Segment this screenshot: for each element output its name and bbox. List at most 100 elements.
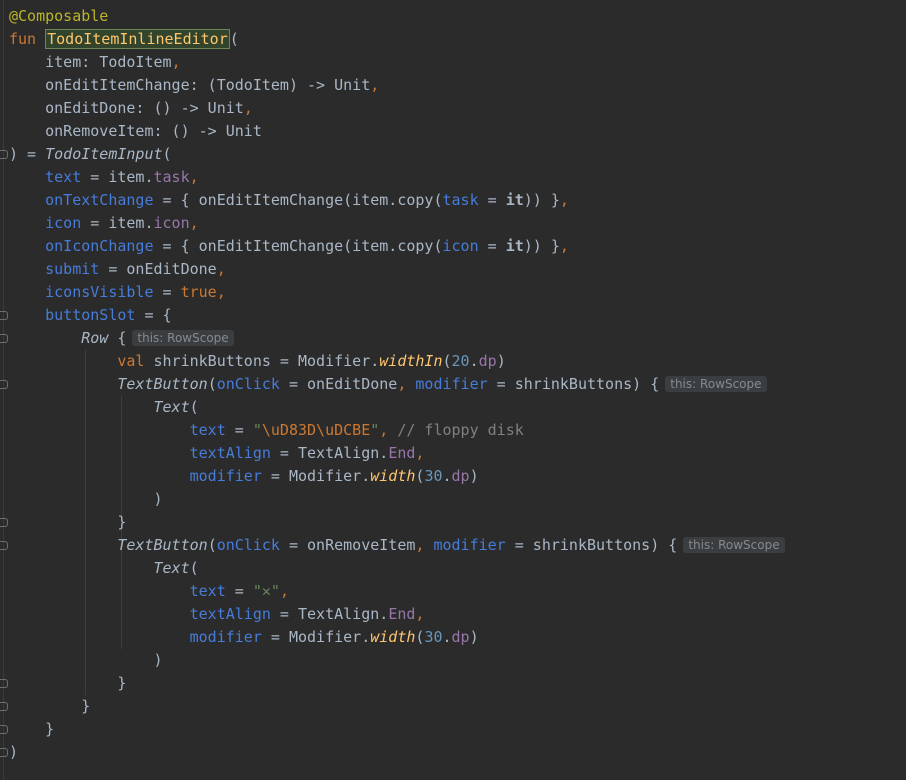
code-token: icon [442, 237, 479, 255]
code-token: } [9, 720, 55, 738]
code-token: widthIn [379, 352, 443, 370]
code-token: "✕" [252, 582, 280, 600]
code-token: , [397, 375, 416, 393]
code-token: , [171, 53, 181, 71]
code-token: task [442, 191, 479, 209]
fold-marker-icon[interactable] [0, 518, 8, 527]
fold-marker-icon[interactable] [0, 679, 8, 688]
code-token: , [415, 605, 425, 623]
code-line[interactable]: TextButton(onClick = onEditDone, modifie… [9, 373, 767, 396]
code-line[interactable]: onIconChange = { onEditItemChange(item.c… [9, 235, 569, 258]
code-token: onTextChange [9, 191, 154, 209]
fold-marker-icon[interactable] [0, 702, 8, 711]
code-line[interactable]: ) [9, 741, 18, 764]
code-line[interactable]: buttonSlot = { [9, 304, 171, 327]
code-line[interactable]: Row {this: RowScope [9, 327, 234, 350]
code-token: task [153, 168, 190, 186]
code-line[interactable]: item: TodoItem, [9, 51, 181, 74]
code-token: text [9, 168, 82, 186]
code-token: = [478, 237, 506, 255]
fold-marker-icon[interactable] [0, 334, 8, 343]
code-token: . [442, 467, 452, 485]
code-line[interactable]: text = item.task, [9, 166, 199, 189]
code-line[interactable]: } [9, 511, 126, 534]
code-line[interactable]: submit = onEditDone, [9, 258, 226, 281]
code-token: @Composable [9, 7, 109, 25]
code-line[interactable]: onTextChange = { onEditItemChange(item.c… [9, 189, 569, 212]
code-token: width [370, 467, 416, 485]
fold-marker-icon[interactable] [0, 541, 8, 550]
code-token: ) [9, 743, 19, 761]
code-line[interactable]: ) [9, 649, 162, 672]
code-token: { [108, 329, 127, 347]
code-line[interactable]: val shrinkButtons = Modifier.widthIn(20.… [9, 350, 505, 373]
fold-marker-icon[interactable] [0, 380, 8, 389]
code-token: TextButton [117, 375, 208, 393]
code-token: = [153, 283, 181, 301]
code-line[interactable]: ) [9, 488, 162, 511]
code-token: modifier [9, 628, 262, 646]
code-token: = onEditDone [279, 375, 398, 393]
code-token: } [9, 674, 127, 692]
code-line[interactable]: modifier = Modifier.width(30.dp) [9, 465, 479, 488]
code-token: ( [229, 30, 239, 48]
code-line[interactable]: TextButton(onClick = onRemoveItem, modif… [9, 534, 785, 557]
code-token: fun [9, 30, 46, 48]
inlay-hint: this: RowScope [665, 376, 767, 392]
code-editor[interactable]: @Composable fun TodoItemInlineEditor( ite… [0, 0, 906, 780]
code-token: modifier [433, 536, 506, 554]
code-token: onEditItemChange: (TodoItem) -> Unit [9, 76, 371, 94]
code-token: } [9, 513, 127, 531]
code-line[interactable]: text = "✕", [9, 580, 289, 603]
code-line[interactable]: } [9, 672, 126, 695]
code-line[interactable]: textAlign = TextAlign.End, [9, 603, 425, 626]
code-line[interactable]: } [9, 695, 90, 718]
code-token: = Modifier. [261, 467, 371, 485]
code-token: ) [469, 467, 479, 485]
code-line[interactable]: textAlign = TextAlign.End, [9, 442, 425, 465]
fold-marker-icon[interactable] [0, 725, 8, 734]
code-token: it [505, 191, 524, 209]
code-line[interactable]: modifier = Modifier.width(30.dp) [9, 626, 479, 649]
code-token: text [9, 582, 226, 600]
code-token: , [189, 214, 199, 232]
code-token: = { onEditItemChange(item.copy( [153, 237, 443, 255]
fold-marker-icon[interactable] [0, 150, 8, 159]
code-line[interactable]: @Composable [9, 5, 108, 28]
code-token: " [252, 421, 262, 439]
code-token: modifier [9, 467, 262, 485]
code-token: it [505, 237, 524, 255]
code-token: , [370, 76, 380, 94]
code-token: , [559, 191, 569, 209]
code-token: , [415, 444, 425, 462]
code-token: = item. [81, 168, 154, 186]
fold-marker-icon[interactable] [0, 748, 8, 757]
code-line[interactable]: onRemoveItem: () -> Unit [9, 120, 262, 143]
code-line[interactable]: Text( [9, 557, 199, 580]
code-line[interactable]: } [9, 718, 54, 741]
code-token: = shrinkButtons) { [505, 536, 678, 554]
code-token: End [388, 444, 416, 462]
fold-marker-icon[interactable] [0, 311, 8, 320]
code-line[interactable]: onEditDone: () -> Unit, [9, 97, 253, 120]
code-token: TodoItemInput [45, 145, 163, 163]
code-line[interactable]: Text( [9, 396, 199, 419]
code-line[interactable]: onEditItemChange: (TodoItem) -> Unit, [9, 74, 379, 97]
code-token: textAlign [9, 605, 271, 623]
code-line[interactable]: text = "\uD83D\uDCBE", // floppy disk [9, 419, 524, 442]
code-token: ( [207, 536, 217, 554]
code-token: = Modifier. [261, 628, 371, 646]
code-line[interactable]: iconsVisible = true, [9, 281, 226, 304]
code-line[interactable]: ) = TodoItemInput( [9, 143, 172, 166]
code-token: )) } [523, 191, 560, 209]
code-token: ( [189, 398, 199, 416]
gutter-border [3, 0, 4, 780]
code-token: = onEditDone [99, 260, 217, 278]
code-token: onClick [216, 536, 280, 554]
code-line[interactable]: fun TodoItemInlineEditor( [9, 28, 239, 51]
code-line[interactable]: icon = item.icon, [9, 212, 199, 235]
code-token: = [478, 191, 506, 209]
code-token: ) [469, 628, 479, 646]
